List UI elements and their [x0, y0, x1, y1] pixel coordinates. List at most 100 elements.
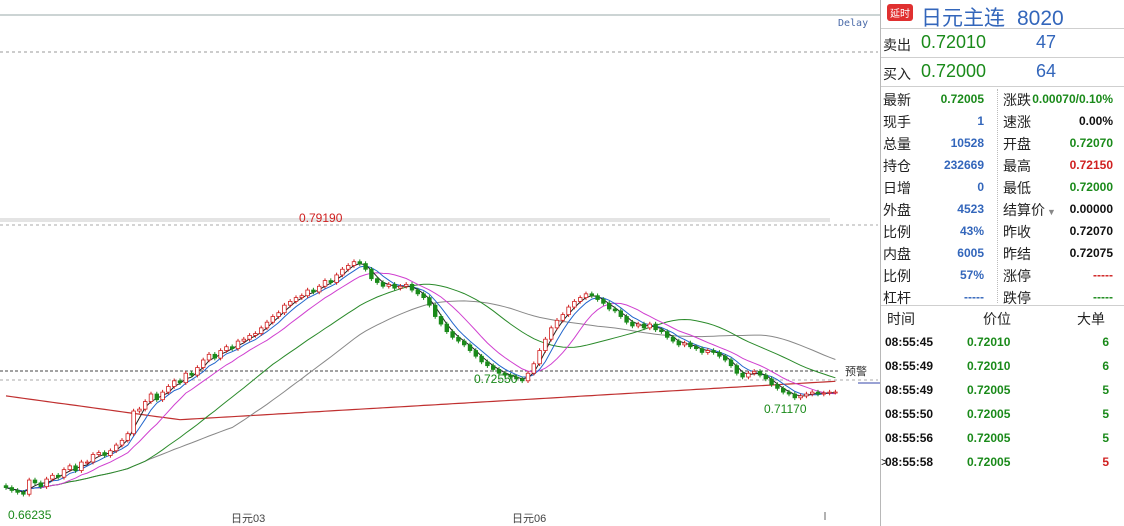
candle-body	[334, 274, 339, 283]
tick-time: 08:55:58	[885, 455, 934, 469]
buy-volume: 64	[1036, 61, 1057, 81]
candle-body	[90, 454, 96, 463]
candle-body	[154, 393, 159, 401]
candle-body	[694, 346, 699, 350]
sell-row[interactable]: 卖出 0.72010 47	[881, 29, 1124, 58]
candle-body	[665, 331, 670, 338]
date-label-2: 日元06	[512, 513, 547, 525]
stat-value: 0.00%	[1078, 114, 1113, 128]
candle-body	[723, 355, 728, 361]
stat-row: 昨结 0.72075	[881, 242, 1124, 264]
candle-body	[659, 329, 664, 333]
candle-body	[142, 401, 148, 410]
candle-body	[195, 367, 200, 376]
candle-body	[612, 308, 618, 312]
ma-line-red	[5, 380, 836, 421]
high-price-label: 0.79190	[299, 211, 343, 225]
candle-body	[578, 297, 583, 302]
tick-time: 08:55:50	[885, 407, 934, 421]
candle-body	[717, 352, 722, 357]
candle-body	[461, 340, 467, 346]
candle-body	[583, 293, 589, 299]
candle-body	[264, 321, 270, 329]
stat-label: 最高	[1003, 158, 1031, 174]
candle-body	[26, 479, 32, 495]
tick-price: 0.72005	[967, 383, 1011, 397]
stat-row: 开盘 0.72070	[881, 132, 1124, 154]
candle-body	[148, 393, 154, 402]
candle-body	[815, 391, 821, 395]
candle-body	[125, 433, 130, 441]
candle-body	[740, 372, 745, 378]
buy-row[interactable]: 买入 0.72000 64	[881, 58, 1124, 87]
candle-body	[363, 263, 368, 270]
candle-body	[752, 370, 757, 374]
candle-body	[287, 300, 293, 306]
candle-body	[241, 338, 246, 342]
ma-line-black	[5, 263, 836, 493]
candle-body	[102, 452, 107, 456]
tick-row[interactable]: 08:55:49 0.72010 6	[881, 354, 1124, 378]
candle-body	[224, 346, 229, 351]
tick-time: 08:55:56	[885, 431, 934, 445]
tick-row[interactable]: 08:55:56 0.72005 5	[881, 426, 1124, 450]
candle-body	[833, 391, 838, 394]
kline-chart[interactable]: Delay 0.79190 0.72550 0.71170 0.66235 日元…	[0, 0, 880, 526]
candle-body	[73, 465, 78, 471]
candle-body	[520, 378, 525, 382]
sell-price: 0.72010	[921, 32, 987, 52]
candle-body	[763, 374, 768, 380]
ticks-volume-header: 大单	[1077, 311, 1105, 327]
stat-value: 0.72075	[1069, 246, 1113, 260]
candle-body	[206, 353, 212, 361]
stat-value: -----	[1093, 290, 1113, 304]
candle-body	[79, 461, 84, 471]
candle-body	[114, 444, 119, 452]
candle-body	[618, 310, 623, 317]
candle-body	[775, 384, 780, 389]
tick-row[interactable]: >08:55:58 0.72005 5	[881, 450, 1124, 474]
candle-body	[96, 452, 101, 455]
tick-volume: 5	[1102, 431, 1109, 445]
instrument-name: 日元主连	[921, 7, 1005, 30]
stat-value: -----	[1093, 268, 1113, 282]
candle-body	[15, 490, 20, 493]
ticks-time-header: 时间	[887, 311, 915, 327]
candle-body	[589, 293, 594, 297]
candle-body	[282, 304, 287, 314]
stat-value: 0.72000	[1069, 180, 1113, 194]
candle-body	[258, 327, 264, 334]
stat-label: 开盘	[1003, 136, 1031, 152]
kline-svg[interactable]	[0, 0, 880, 526]
buy-price: 0.72000	[921, 61, 987, 81]
candle-body	[183, 372, 188, 384]
alert-label[interactable]: 预警	[845, 363, 867, 379]
stat-value: 0.72070	[1069, 224, 1113, 238]
candle-body	[56, 474, 61, 478]
candle-body	[456, 336, 461, 342]
tick-price: 0.72010	[967, 359, 1011, 373]
candle-body	[601, 299, 606, 304]
candle-body	[253, 333, 258, 336]
stat-row: 涨停 -----	[881, 264, 1124, 286]
tick-volume: 6	[1102, 335, 1109, 349]
candle-body	[32, 479, 38, 484]
ticks-list[interactable]: 08:55:45 0.72010 6 08:55:49 0.72010 6 08:55:49…	[881, 330, 1124, 474]
candle-body	[386, 283, 391, 287]
dropdown-arrow-icon[interactable]: ▼	[1047, 207, 1056, 217]
candle-body	[670, 336, 676, 342]
candle-body	[409, 283, 415, 291]
candle-body	[212, 353, 217, 359]
candle-body	[636, 323, 641, 327]
stat-row: 跌停 -----	[881, 286, 1124, 308]
candle-body	[688, 342, 693, 348]
ma-line-blue	[5, 265, 836, 492]
tick-row[interactable]: 08:55:49 0.72005 5	[881, 378, 1124, 402]
ma-line-green	[5, 283, 836, 492]
stat-label: 涨跌	[1003, 92, 1031, 108]
tick-row[interactable]: 08:55:50 0.72005 5	[881, 402, 1124, 426]
candle-body	[572, 300, 577, 308]
tick-row[interactable]: 08:55:45 0.72010 6	[881, 330, 1124, 354]
candle-body	[827, 391, 832, 394]
candle-body	[653, 323, 658, 331]
